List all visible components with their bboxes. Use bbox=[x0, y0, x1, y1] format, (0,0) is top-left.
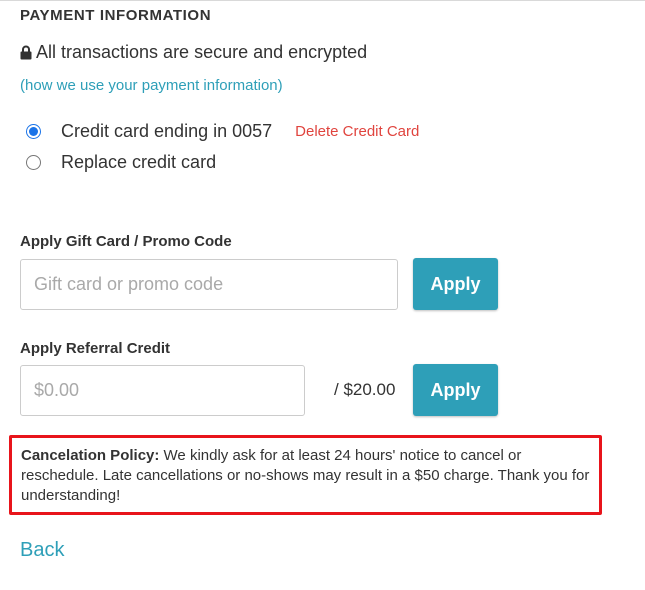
referral-credit-input[interactable] bbox=[20, 365, 305, 416]
back-link[interactable]: Back bbox=[20, 539, 64, 562]
secure-notice-text: All transactions are secure and encrypte… bbox=[36, 42, 368, 62]
delete-credit-card-link[interactable]: Delete Credit Card bbox=[295, 123, 419, 140]
section-title: PAYMENT INFORMATION bbox=[20, 7, 212, 24]
radio-label-replace-card[interactable]: Replace credit card bbox=[61, 152, 216, 173]
payment-info-link[interactable]: (how we use your payment information) bbox=[20, 77, 283, 94]
radio-button-replace-card[interactable] bbox=[26, 155, 41, 170]
radio-option-existing-card[interactable]: Credit card ending in 0057 Delete Credit… bbox=[26, 121, 419, 142]
radio-button-existing-card[interactable] bbox=[26, 124, 41, 139]
secure-notice: All transactions are secure and encrypte… bbox=[20, 42, 367, 63]
referral-credit-label: Apply Referral Credit bbox=[20, 340, 171, 357]
cancelation-policy-label: Cancelation Policy: bbox=[21, 447, 160, 464]
promo-code-label: Apply Gift Card / Promo Code bbox=[20, 233, 232, 250]
promo-code-input[interactable] bbox=[20, 259, 398, 310]
lock-icon bbox=[20, 45, 33, 61]
cancelation-policy-box: Cancelation Policy: We kindly ask for at… bbox=[9, 435, 602, 515]
radio-label-existing-card[interactable]: Credit card ending in 0057 bbox=[61, 121, 272, 142]
apply-referral-button[interactable]: Apply bbox=[413, 364, 498, 416]
referral-credit-max: / $20.00 bbox=[334, 380, 396, 399]
radio-option-replace-card[interactable]: Replace credit card bbox=[26, 152, 216, 173]
top-divider bbox=[0, 0, 645, 1]
apply-promo-button[interactable]: Apply bbox=[413, 258, 498, 310]
